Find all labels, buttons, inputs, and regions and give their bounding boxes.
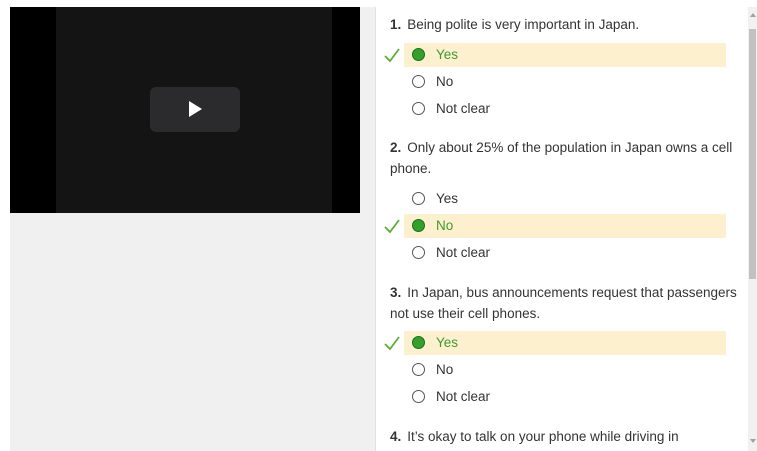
radio-button[interactable]	[412, 48, 425, 61]
option-not-clear[interactable]: Not clear	[404, 241, 726, 265]
question-4: 4. It’s okay to talk on your phone while …	[390, 426, 740, 447]
option-no[interactable]: No	[404, 358, 726, 382]
option-label: Yes	[436, 191, 459, 206]
option-not-clear[interactable]: Not clear	[404, 97, 726, 121]
radio-button[interactable]	[412, 219, 425, 232]
radio-button[interactable]	[412, 246, 425, 259]
option-label: No	[436, 74, 454, 89]
scroll-down-icon[interactable]	[750, 439, 756, 443]
question-1: 1. Being polite is very important in Japa…	[390, 14, 740, 35]
radio-button[interactable]	[412, 192, 425, 205]
question-number: 1.	[390, 17, 402, 32]
radio-button[interactable]	[412, 390, 425, 403]
question-number: 2.	[390, 140, 402, 155]
scroll-thumb[interactable]	[749, 29, 756, 279]
question-text: Only about 25% of the population in Japa…	[390, 140, 733, 176]
question-text: It’s okay to talk on your phone while dr…	[407, 429, 679, 444]
video-pane	[10, 7, 375, 451]
radio-button[interactable]	[412, 336, 425, 349]
option-label: Not clear	[436, 245, 491, 260]
option-not-clear[interactable]: Not clear	[404, 385, 726, 409]
option-yes[interactable]: Yes	[404, 43, 726, 67]
radio-button[interactable]	[412, 102, 425, 115]
option-no[interactable]: No	[404, 214, 726, 238]
option-yes[interactable]: Yes	[404, 187, 726, 211]
question-text: Being polite is very important in Japan.	[407, 17, 640, 32]
correct-check-icon	[384, 336, 400, 351]
radio-button[interactable]	[412, 75, 425, 88]
option-label: Yes	[436, 47, 459, 62]
question-number: 3.	[390, 285, 402, 300]
option-label: No	[436, 218, 454, 233]
option-label: Not clear	[436, 101, 491, 116]
option-yes[interactable]: Yes	[404, 331, 726, 355]
scrollbar[interactable]	[748, 7, 757, 451]
question-number: 4.	[390, 429, 402, 444]
play-icon	[189, 101, 202, 117]
question-2: 2. Only about 25% of the population in Ja…	[390, 137, 740, 179]
option-label: No	[436, 362, 454, 377]
question-text: In Japan, bus announcements request that…	[390, 285, 737, 321]
radio-button[interactable]	[412, 363, 425, 376]
video-player[interactable]	[10, 7, 360, 213]
option-label: Yes	[436, 335, 459, 350]
scroll-up-icon[interactable]	[750, 13, 756, 17]
question-3: 3. In Japan, bus announcements request th…	[390, 282, 740, 324]
correct-check-icon	[384, 219, 400, 234]
play-button[interactable]	[150, 87, 240, 132]
option-no[interactable]: No	[404, 70, 726, 94]
quiz-panel: 1. Being polite is very important in Japa…	[376, 0, 748, 451]
correct-check-icon	[384, 48, 400, 63]
option-label: Not clear	[436, 389, 491, 404]
